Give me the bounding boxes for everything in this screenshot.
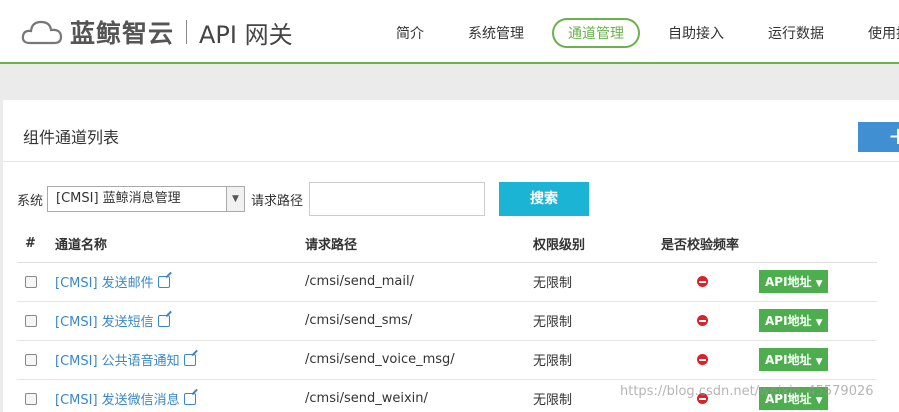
row-checkbox[interactable] xyxy=(25,314,37,327)
nav-intro[interactable]: 简介 xyxy=(380,18,440,48)
path-label: 请求路径 xyxy=(251,193,304,209)
row-checkbox[interactable] xyxy=(25,275,37,288)
dropdown-arrow-icon: ▼ xyxy=(226,187,245,211)
nav-system[interactable]: 系统管理 xyxy=(452,18,540,48)
channel-name-link[interactable]: [CMSI] 公共语音通知 xyxy=(55,354,180,369)
watermark: https://blog.csdn.net/weixin_45579026 xyxy=(620,384,874,399)
no-entry-icon xyxy=(697,276,708,287)
search-button[interactable]: 搜索 xyxy=(499,182,590,216)
col-name: 通道名称 xyxy=(55,226,305,263)
logo-divider xyxy=(186,20,188,44)
row-path: /cmsi/send_voice_msg/ xyxy=(305,340,533,380)
product-name: API 网关 xyxy=(199,20,293,49)
row-level: 无限制 xyxy=(533,340,661,380)
row-path: /cmsi/send_weixin/ xyxy=(305,379,533,412)
no-entry-icon xyxy=(697,315,708,326)
channel-name-link[interactable]: [CMSI] 发送邮件 xyxy=(55,276,154,291)
edit-icon[interactable] xyxy=(183,393,196,405)
col-level: 权限级别 xyxy=(533,226,661,263)
system-select-value: [CMSI] 蓝鲸消息管理 xyxy=(56,191,181,206)
nav-guide[interactable]: 使用指南 xyxy=(852,18,899,48)
table-row: [CMSI] 公共语音通知 /cmsi/send_voice_msg/ 无限制 … xyxy=(17,340,877,380)
caret-down-icon: ▼ xyxy=(815,357,823,367)
table-row: [CMSI] 发送短信 /cmsi/send_sms/ 无限制 API地址 ▼ xyxy=(17,301,877,341)
edit-icon[interactable] xyxy=(183,354,196,366)
row-path: /cmsi/send_sms/ xyxy=(305,301,533,341)
row-checkbox[interactable] xyxy=(25,392,37,405)
col-index: # xyxy=(17,226,55,263)
channel-name-link[interactable]: [CMSI] 发送短信 xyxy=(55,315,154,330)
system-select[interactable]: [CMSI] 蓝鲸消息管理 ▼ xyxy=(47,186,246,212)
channel-name-link[interactable]: [CMSI] 发送微信消息 xyxy=(55,393,180,408)
row-level: 无限制 xyxy=(533,262,661,302)
row-checkbox[interactable] xyxy=(25,353,37,366)
col-freq-check: 是否校验频率 xyxy=(661,226,759,263)
path-input[interactable] xyxy=(309,182,486,216)
api-address-button[interactable]: API地址 ▼ xyxy=(759,348,829,371)
edit-icon[interactable] xyxy=(157,276,170,288)
caret-down-icon: ▼ xyxy=(815,279,823,289)
system-label: 系统 xyxy=(17,193,44,209)
channel-panel: 组件通道列表 + 系统 [CMSI] 蓝鲸消息管理 ▼ 请求路径 搜索 # 通道… xyxy=(3,100,899,412)
table-row: [CMSI] 发送邮件 /cmsi/send_mail/ 无限制 API地址 ▼ xyxy=(17,262,877,302)
add-channel-button[interactable]: + xyxy=(858,122,899,152)
caret-down-icon: ▼ xyxy=(815,318,823,328)
col-actions xyxy=(759,226,877,263)
search-bar: 系统 [CMSI] 蓝鲸消息管理 ▼ 请求路径 搜索 xyxy=(17,182,590,216)
row-path: /cmsi/send_mail/ xyxy=(305,262,533,302)
nav-channel[interactable]: 通道管理 xyxy=(552,18,640,48)
nav-self-access[interactable]: 自助接入 xyxy=(652,18,740,48)
panel-header: 组件通道列表 + xyxy=(3,100,899,162)
table-header-row: # 通道名称 请求路径 权限级别 是否校验频率 xyxy=(17,226,877,263)
panel-title: 组件通道列表 xyxy=(23,128,120,147)
main-nav: 简介 系统管理 通道管理 自助接入 运行数据 使用指南 xyxy=(380,18,899,48)
cloud-logo-icon xyxy=(21,20,63,45)
api-address-button[interactable]: API地址 ▼ xyxy=(759,270,829,293)
edit-icon[interactable] xyxy=(157,315,170,327)
nav-run-data[interactable]: 运行数据 xyxy=(752,18,840,48)
brand-name: 蓝鲸智云 xyxy=(70,19,175,48)
no-entry-icon xyxy=(697,354,708,365)
logo[interactable]: 蓝鲸智云 API 网关 xyxy=(20,14,293,50)
api-address-button[interactable]: API地址 ▼ xyxy=(759,309,829,332)
row-level: 无限制 xyxy=(533,301,661,341)
top-bar: 蓝鲸智云 API 网关 简介 系统管理 通道管理 自助接入 运行数据 使用指南 xyxy=(0,0,899,64)
col-path: 请求路径 xyxy=(305,226,533,263)
